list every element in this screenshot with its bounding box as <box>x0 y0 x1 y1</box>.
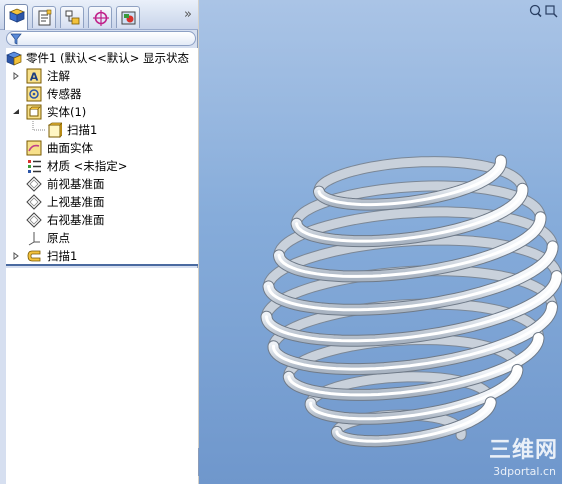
tree-item-label: 传感器 <box>47 87 82 101</box>
svg-text:A: A <box>30 71 39 84</box>
feature-tree: 零件1 (默认<<默认> 显示状态 A 注解 传感器 实体(1) 扫描1 曲面实… <box>6 48 198 266</box>
tab-overflow-chevron-icon[interactable]: » <box>184 7 192 22</box>
sensor-icon <box>26 86 42 102</box>
tree-item-label: 上视基准面 <box>47 195 105 209</box>
tree-item-label: 扫描1 <box>47 249 78 263</box>
configuration-manager-icon <box>65 10 80 25</box>
tree-item-origin[interactable]: 原点 <box>6 229 198 247</box>
material-icon <box>28 160 41 173</box>
tab-dimxpert-manager[interactable] <box>88 6 112 28</box>
plane-icon <box>26 176 42 192</box>
tree-item-right-plane[interactable]: 右视基准面 <box>6 211 198 229</box>
surface-bodies-icon <box>26 140 42 156</box>
tree-item-top-plane[interactable]: 上视基准面 <box>6 193 198 211</box>
tree-item-body-sweep1[interactable]: 扫描1 <box>6 121 198 139</box>
tree-item-label: 实体(1) <box>47 105 87 119</box>
tree-item-sensors[interactable]: 传感器 <box>6 85 198 103</box>
filter-icon <box>10 33 22 45</box>
tab-feature-manager[interactable] <box>4 4 28 30</box>
property-manager-icon <box>38 9 52 26</box>
sweep-feature-icon <box>27 250 41 262</box>
solid-body-icon <box>47 122 62 138</box>
graphics-viewport[interactable]: 三维网 3dportal.cn <box>199 0 562 484</box>
tab-configuration-manager[interactable] <box>60 6 84 28</box>
tree-item-label: 曲面实体 <box>47 141 93 155</box>
tree-item-surface-bodies[interactable]: 曲面实体 <box>6 139 198 157</box>
tree-root-label: 零件1 (默认<<默认> 显示状态 <box>26 51 190 65</box>
tree-item-label: 材质 <未指定> <box>47 159 128 173</box>
plane-icon <box>26 194 42 210</box>
display-manager-icon <box>121 11 136 25</box>
tree-item-label: 扫描1 <box>67 123 98 137</box>
tab-display-manager[interactable] <box>116 6 140 28</box>
plane-icon <box>26 212 42 228</box>
annotation-icon: A <box>26 68 42 84</box>
expand-arrow-icon[interactable] <box>12 252 20 260</box>
tree-item-label: 右视基准面 <box>47 213 105 227</box>
tree-item-front-plane[interactable]: 前视基准面 <box>6 175 198 193</box>
tree-item-solid-bodies[interactable]: 实体(1) <box>6 103 198 121</box>
tree-empty-area <box>6 268 198 484</box>
watermark-logo: 三维网 <box>488 438 558 463</box>
origin-icon <box>28 232 40 246</box>
tree-connector-line <box>32 121 45 131</box>
tree-root[interactable]: 零件1 (默认<<默认> 显示状态 <box>6 49 198 67</box>
tree-item-label: 原点 <box>47 231 70 245</box>
feature-manager-panel: » 零件1 (默认<<默认> 显示状态 A 注解 传感器 实体(1) 扫描1 曲… <box>0 0 198 484</box>
solid-bodies-icon <box>26 104 42 120</box>
filter-button[interactable] <box>6 31 196 46</box>
collapse-arrow-icon[interactable] <box>12 108 20 116</box>
tree-item-label: 前视基准面 <box>47 177 105 191</box>
helical-spring-model[interactable] <box>199 0 562 484</box>
tab-property-manager[interactable] <box>32 6 56 28</box>
manager-tabbar: » <box>0 0 198 30</box>
tree-item-label: 注解 <box>47 69 70 83</box>
expand-arrow-icon[interactable] <box>12 72 20 80</box>
part-icon <box>6 51 22 66</box>
dimxpert-icon <box>93 10 109 26</box>
tree-item-sweep1[interactable]: 扫描1 <box>6 247 198 264</box>
tree-item-material[interactable]: 材质 <未指定> <box>6 157 198 175</box>
feature-manager-icon <box>8 8 26 23</box>
watermark-url: 3dportal.cn <box>493 465 556 478</box>
tree-item-annotations[interactable]: A 注解 <box>6 67 198 85</box>
tree-filter <box>6 31 196 47</box>
